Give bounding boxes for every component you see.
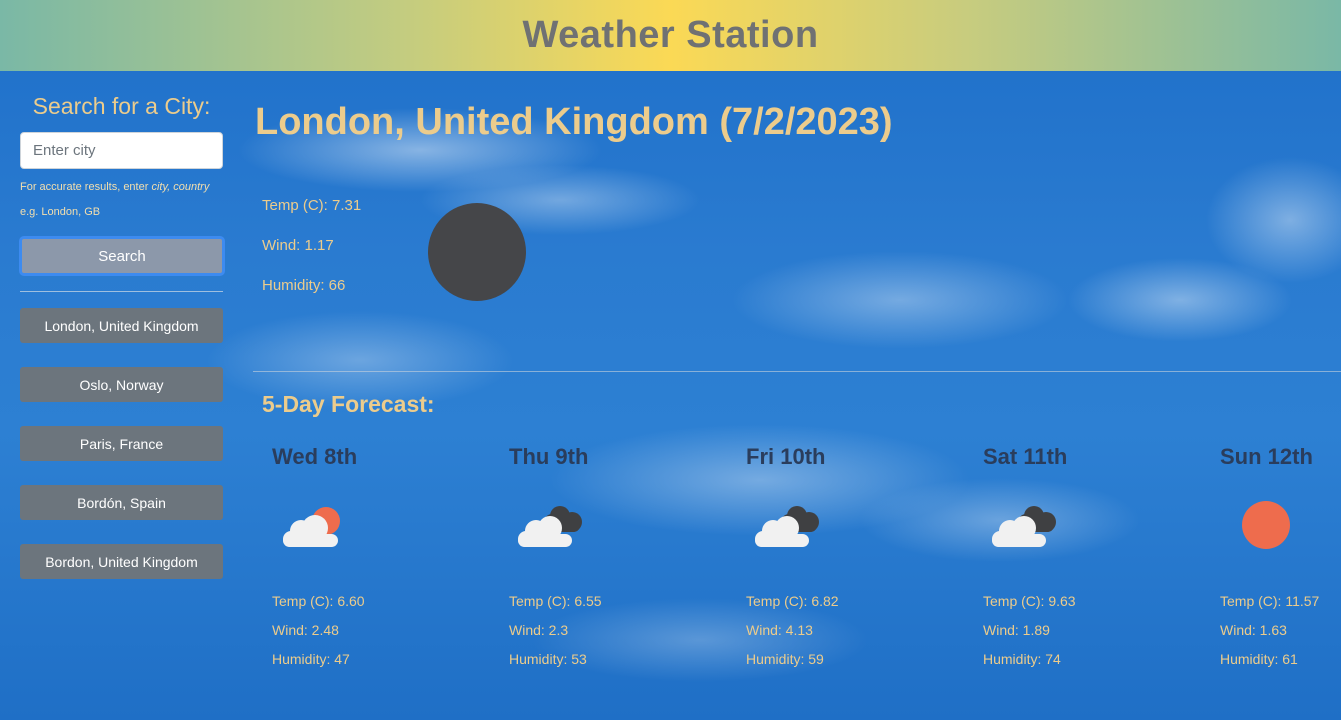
search-hint: For accurate results, enter city, countr… [20,181,209,193]
app-title: Weather Station [522,14,819,56]
search-button[interactable]: Search [19,236,225,276]
forecast-wind: Wind: 2.48 [272,622,339,638]
forecast-temp: Temp (C): 6.55 [509,593,602,609]
night-circle-icon [428,203,526,301]
current-humidity: Humidity: 66 [262,277,346,294]
forecast-humidity: Humidity: 61 [1220,651,1298,667]
forecast-temp: Temp (C): 9.63 [983,593,1076,609]
forecast-day: Sat 11th [983,444,1068,469]
forecast-card: Wed 8th Temp (C): 6.60 Wind: 2.48 Humidi… [272,441,432,681]
forecast-temp: Temp (C): 6.60 [272,593,365,609]
sidebar-divider [20,291,223,292]
forecast-temp: Temp (C): 6.82 [746,593,839,609]
forecast-humidity: Humidity: 74 [983,651,1061,667]
partly-sunny-icon [283,507,340,547]
sunny-icon [1242,501,1290,549]
forecast-day: Wed 8th [272,444,358,469]
forecast-day: Sun 12th [1220,444,1313,469]
cloudy-icon [755,506,819,547]
section-divider [253,371,1341,372]
forecast-humidity: Humidity: 59 [746,651,824,667]
weather-page: Weather Station Search for a City: For a… [0,0,1341,720]
history-city-button[interactable]: Bordon, United Kingdom [20,544,223,579]
forecast-day: Fri 10th [746,444,826,469]
forecast-card: Thu 9th Temp (C): 6.55 Wind: 2.3 Humidit… [509,441,669,681]
history-city-button[interactable]: London, United Kingdom [20,308,223,343]
search-sidebar: Search for a City: For accurate results,… [0,71,243,720]
current-wind: Wind: 1.17 [262,237,334,254]
forecast-humidity: Humidity: 47 [272,651,350,667]
cloudy-icon [992,506,1056,547]
forecast-day: Thu 9th [509,444,589,469]
history-city-button[interactable]: Bordón, Spain [20,485,223,520]
forecast-card: Fri 10th Temp (C): 6.82 Wind: 4.13 Humid… [746,441,906,681]
hint-emphasis: city, country [151,181,210,193]
forecast-humidity: Humidity: 53 [509,651,587,667]
city-search-input[interactable] [20,132,223,169]
forecast-wind: Wind: 1.89 [983,622,1050,638]
forecast-heading: 5-Day Forecast: [262,391,435,417]
history-city-button[interactable]: Oslo, Norway [20,367,223,402]
weather-main: London, United Kingdom (7/2/2023) Temp (… [243,71,1341,720]
current-temp: Temp (C): 7.31 [262,197,362,214]
forecast-wind: Wind: 2.3 [509,622,569,638]
history-city-button[interactable]: Paris, France [20,426,223,461]
search-example: e.g. London, GB [20,206,101,218]
forecast-wind: Wind: 1.63 [1220,622,1287,638]
forecast-card: Sun 12th Temp (C): 11.57 Wind: 1.63 Humi… [1220,441,1338,681]
app-header: Weather Station [0,0,1341,71]
forecast-wind: Wind: 4.13 [746,622,813,638]
search-heading: Search for a City: [32,93,211,119]
forecast-temp: Temp (C): 11.57 [1220,593,1320,609]
forecast-card: Sat 11th Temp (C): 9.63 Wind: 1.89 Humid… [983,441,1143,681]
current-city-title: London, United Kingdom (7/2/2023) [255,101,893,143]
hint-prefix: For accurate results, enter [20,181,152,193]
cloudy-icon [518,506,582,547]
